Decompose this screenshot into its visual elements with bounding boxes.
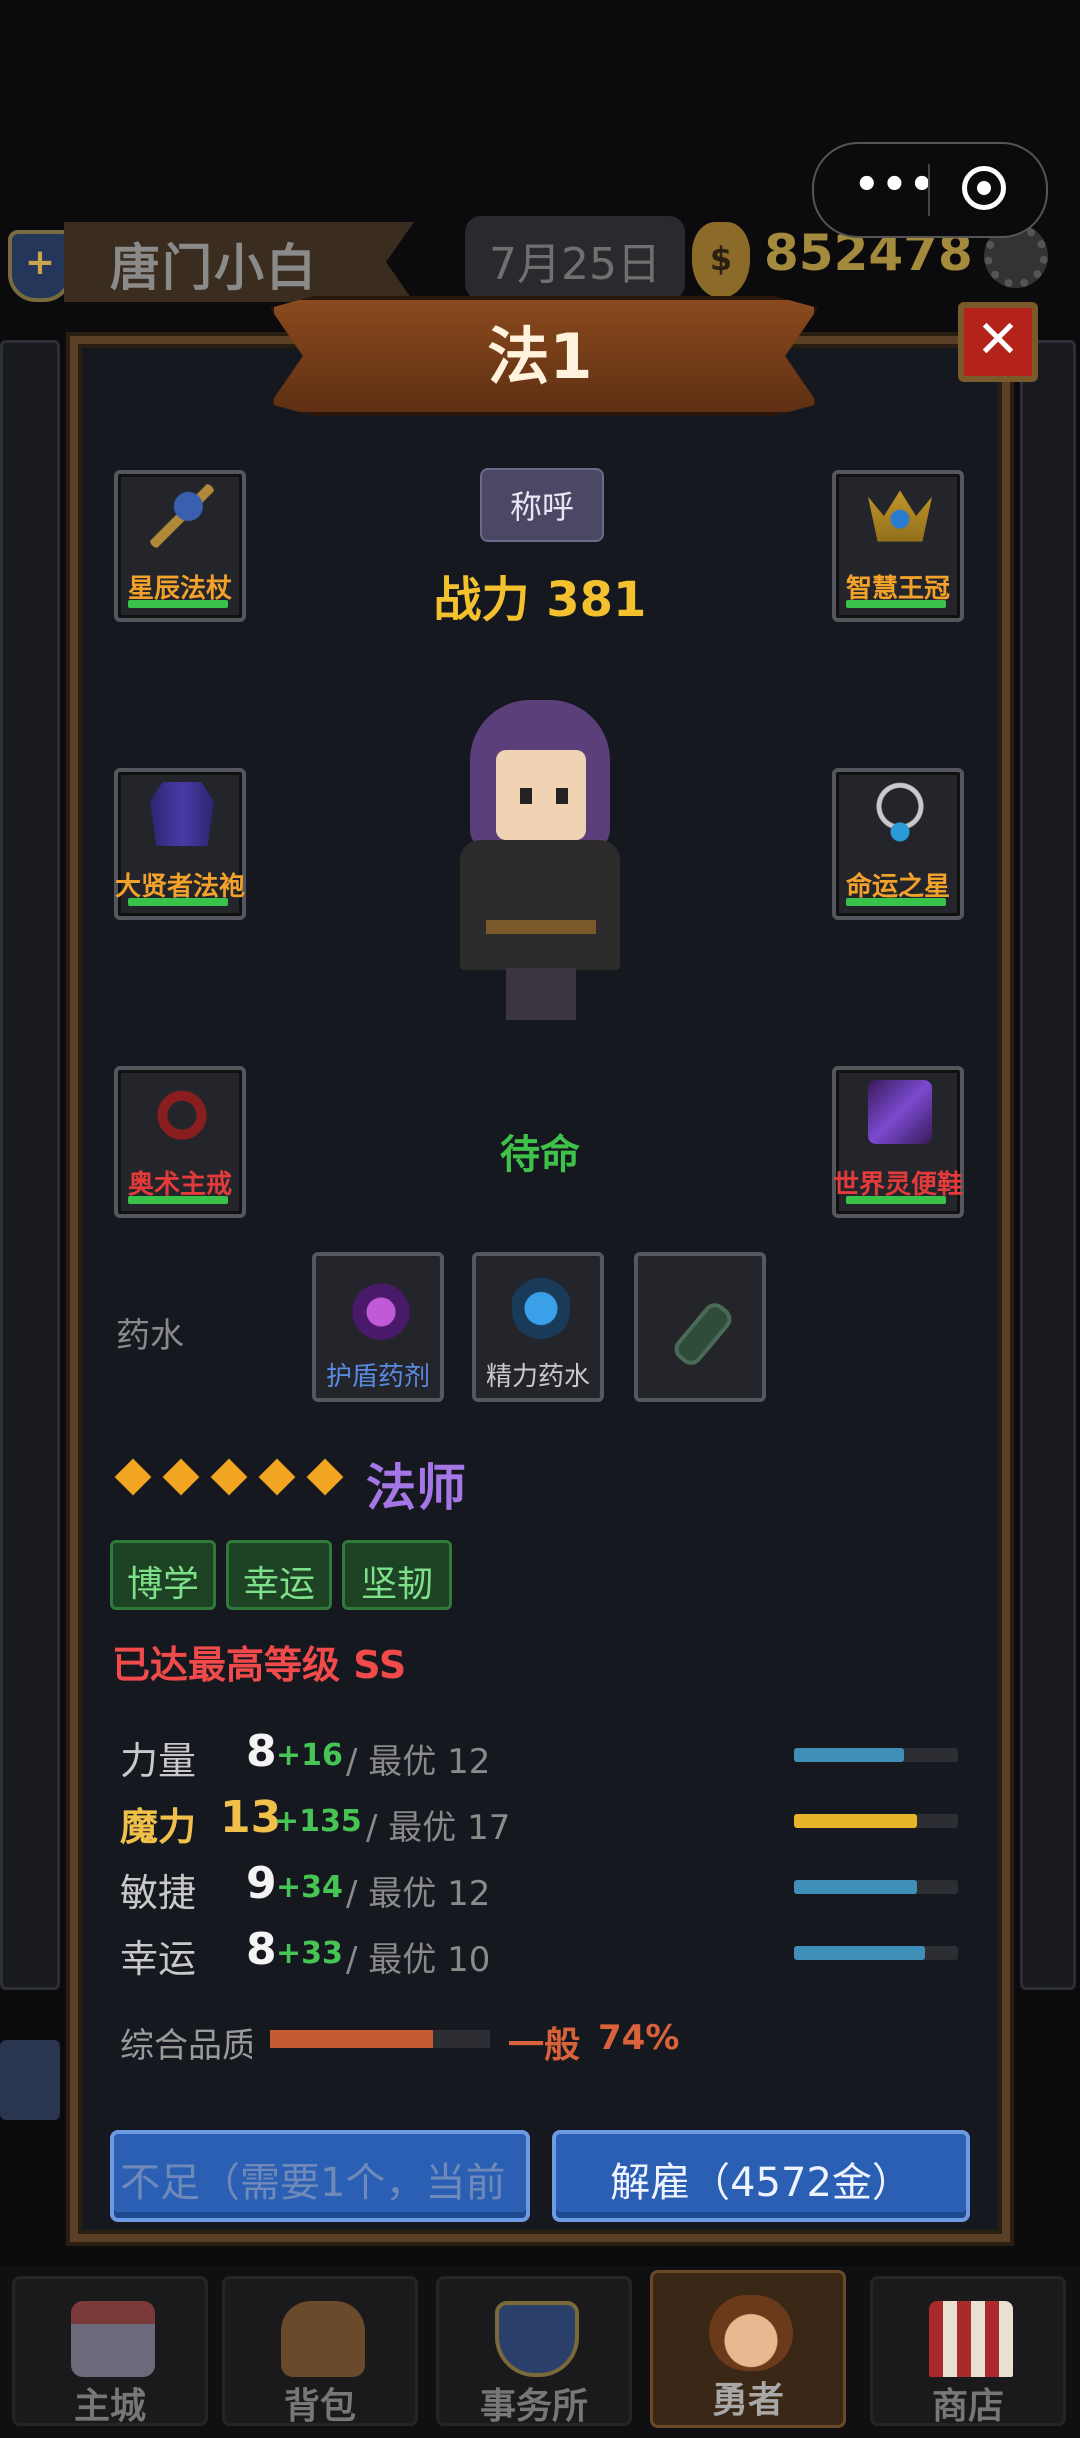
quality-bar — [270, 2030, 490, 2048]
potion-slot-2[interactable]: 精力药水 — [472, 1252, 604, 1402]
guild-shield-icon: + — [8, 230, 72, 302]
stat-best-luck: / 最优 10 — [346, 1940, 491, 1980]
more-menu-button[interactable]: ••• — [854, 162, 937, 208]
nav-item-office[interactable]: 事务所 — [436, 2276, 632, 2427]
stat-bar-fill — [794, 1946, 926, 1960]
potion-label-1: 护盾药剂 — [325, 1362, 430, 1392]
bottom-nav: 主城 背包 事务所 勇者 商店 — [0, 2266, 1080, 2438]
stat-bar-fill — [794, 1814, 917, 1828]
trait-badge[interactable]: 博学 — [110, 1540, 216, 1610]
quality-grade: 一般 — [508, 2025, 581, 2066]
max-level-note: 已达最高等级 SS — [112, 1643, 407, 1687]
stat-value-strength: 8 — [246, 1726, 277, 1777]
quality-label: 综合品质 — [120, 2026, 252, 2066]
durability-bar — [846, 600, 946, 608]
energy-potion-icon — [512, 1270, 570, 1340]
nav-item-backpack[interactable]: 背包 — [222, 2276, 418, 2427]
stat-name-agility: 敏捷 — [120, 1871, 197, 1915]
stat-value-agility: 9 — [246, 1858, 277, 1909]
close-icon: ✕ — [976, 310, 1020, 370]
equip-slot-necklace[interactable]: 命运之星 — [832, 768, 964, 920]
castle-icon — [71, 2301, 155, 2377]
nav-item-main-city[interactable]: 主城 — [12, 2276, 208, 2427]
equip-slot-head[interactable]: 智慧王冠 — [832, 470, 964, 622]
stat-bar-fill — [794, 1748, 904, 1762]
quality-percent: 74% — [598, 2018, 680, 2058]
stat-bonus-luck: +33 — [276, 1936, 343, 1971]
durability-bar — [846, 898, 946, 906]
money-bag-icon: $ — [692, 222, 750, 298]
stat-bonus-agility: +34 — [276, 1870, 343, 1905]
hero-class-name: 法师 — [366, 1459, 466, 1517]
background-panel-right — [1020, 340, 1076, 1990]
stat-value-magic: 13 — [220, 1792, 282, 1843]
durability-bar — [128, 600, 228, 608]
shield-potion-icon — [352, 1270, 410, 1340]
robe-icon — [150, 782, 214, 846]
trait-badge[interactable]: 坚韧 — [342, 1540, 452, 1610]
durability-bar — [846, 1196, 946, 1204]
stat-best-agility: / 最优 12 — [346, 1874, 491, 1914]
title-badge[interactable]: 称呼 — [480, 468, 604, 542]
upgrade-button[interactable]: 不足（需要1个，当前 — [110, 2130, 530, 2222]
trait-badge[interactable]: 幸运 — [226, 1540, 332, 1610]
hero-status: 待命 — [500, 1132, 580, 1178]
stat-bar-strength — [794, 1748, 958, 1762]
nav-label: 事务所 — [479, 2386, 588, 2427]
stat-name-luck: 幸运 — [120, 1937, 197, 1981]
potion-label-2: 精力药水 — [485, 1362, 590, 1392]
staff-icon — [150, 484, 214, 548]
stat-name-magic: 魔力 — [120, 1805, 197, 1849]
shop-icon — [929, 2301, 1013, 2377]
necklace-icon — [868, 782, 932, 846]
quality-bar-fill — [270, 2030, 433, 2048]
stat-bar-luck — [794, 1946, 958, 1960]
nav-label: 勇者 — [711, 2380, 784, 2421]
player-name: 唐门小白 — [110, 239, 318, 297]
crown-icon — [868, 490, 932, 542]
potion-slot-3[interactable] — [634, 1252, 766, 1402]
stat-best-strength: / 最优 12 — [346, 1742, 491, 1782]
miniprogram-capsule: ••• — [812, 142, 1048, 238]
hero-sprite — [450, 700, 630, 1030]
close-miniprogram-icon[interactable] — [962, 166, 1006, 210]
boots-icon — [868, 1080, 932, 1144]
stat-bonus-strength: +16 — [276, 1738, 343, 1773]
equip-slot-armor[interactable]: 大贤者法袍 — [114, 768, 246, 920]
nav-label: 商店 — [931, 2386, 1004, 2427]
stat-bar-magic — [794, 1814, 958, 1828]
guild-shield-icon — [495, 2301, 579, 2377]
durability-bar — [128, 1196, 228, 1204]
stat-bar-fill — [794, 1880, 917, 1894]
nav-label: 背包 — [283, 2386, 356, 2427]
nav-item-heroes[interactable]: 勇者 — [650, 2270, 846, 2428]
stat-value-luck: 8 — [246, 1924, 277, 1975]
hero-face-icon — [709, 2295, 793, 2371]
stat-bar-agility — [794, 1880, 958, 1894]
empty-tube-icon — [669, 1298, 737, 1370]
stat-bonus-magic: +135 — [274, 1804, 362, 1839]
date-label: 7月25日 — [489, 239, 661, 290]
close-button[interactable]: ✕ — [958, 302, 1038, 382]
equip-slot-ring[interactable]: 奥术主戒 — [114, 1066, 246, 1218]
dismiss-button[interactable]: 解雇（4572金） — [552, 2130, 970, 2222]
potion-section-label: 药水 — [116, 1316, 184, 1356]
equip-slot-weapon[interactable]: 星辰法杖 — [114, 470, 246, 622]
stat-name-strength: 力量 — [120, 1739, 197, 1783]
nav-item-shop[interactable]: 商店 — [870, 2276, 1066, 2427]
stat-best-magic: / 最优 17 — [366, 1808, 511, 1848]
background-panel-left — [0, 340, 60, 1990]
nav-label: 主城 — [73, 2386, 146, 2427]
durability-bar — [128, 898, 228, 906]
backpack-icon — [281, 2301, 365, 2377]
side-flag-icon — [0, 2040, 60, 2120]
ring-icon — [150, 1080, 214, 1144]
hero-name-title: 法1 — [487, 320, 593, 393]
equip-slot-boots[interactable]: 世界灵便鞋 — [832, 1066, 964, 1218]
capsule-divider — [928, 164, 930, 216]
potion-slot-1[interactable]: 护盾药剂 — [312, 1252, 444, 1402]
combat-power: 战力 381 — [433, 572, 647, 628]
